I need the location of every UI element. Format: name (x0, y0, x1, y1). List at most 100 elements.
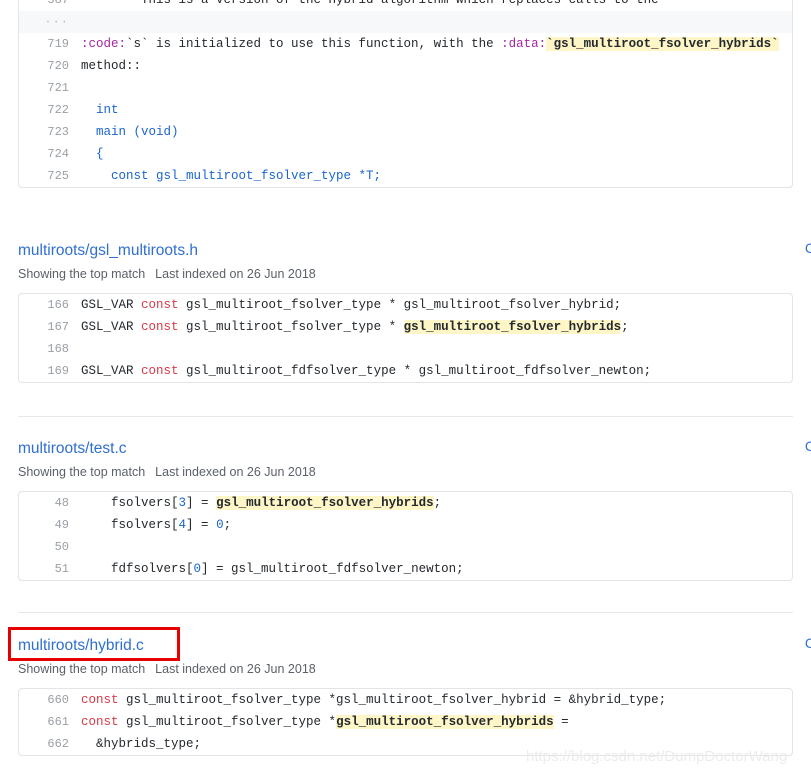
code-text: GSL_VAR const gsl_multiroot_fdfsolver_ty… (81, 360, 657, 382)
line-number: 169 (47, 364, 69, 378)
result-meta: Showing the top match Last indexed on 26 … (18, 264, 793, 284)
code-text: method:: (81, 55, 147, 77)
code-text: { (81, 143, 110, 165)
code-text: This is a version of the Hybrid algorith… (81, 0, 665, 11)
code-token: { (81, 147, 104, 161)
code-token: fdfsolvers[ (81, 562, 194, 576)
code-token: ] = (186, 496, 217, 510)
code-token: 0 (193, 562, 202, 576)
language-badge: C (804, 635, 811, 651)
code-token: :code: (81, 37, 127, 51)
line-number: 167 (47, 320, 69, 334)
watermark-text: https://blog.csdn.net/DumpDoctorWang (526, 748, 788, 765)
code-line: 50 (19, 536, 792, 558)
code-snippet-box[interactable]: 587 This is a version of the Hybrid algo… (18, 0, 793, 188)
code-snippet-box[interactable]: 660 const gsl_multiroot_fsolver_type *gsl… (18, 688, 793, 756)
result-file-link[interactable]: multiroots/gsl_multiroots.h (18, 240, 198, 262)
search-result-block: 587 This is a version of the Hybrid algo… (18, 0, 793, 188)
search-result-block: multiroots/test.c C Showing the top matc… (18, 438, 811, 581)
code-token: GSL_VAR (81, 298, 142, 312)
code-text: main (void) (81, 121, 185, 143)
code-token: GSL_VAR (81, 364, 142, 378)
line-number: 166 (47, 298, 69, 312)
code-token: const (81, 715, 119, 729)
code-line: 587 This is a version of the Hybrid algo… (19, 0, 792, 11)
code-line: 725 const gsl_multiroot_fsolver_type *T; (19, 165, 792, 187)
section-divider (18, 612, 793, 613)
code-token: int (81, 103, 119, 117)
line-number: 51 (54, 562, 69, 576)
last-indexed-label: Last indexed on 26 Jun 2018 (155, 465, 316, 479)
code-token: gsl_multiroot_fdfsolver_type * gsl_multi… (178, 364, 652, 378)
line-number: 587 (47, 0, 69, 7)
search-result-block: multiroots/hybrid.c C Showing the top ma… (18, 635, 811, 756)
line-number: 724 (47, 147, 69, 161)
code-token: ] = gsl_multiroot_fdfsolver_newton; (201, 562, 464, 576)
line-number: 662 (47, 737, 69, 751)
code-token: main (void) (81, 125, 179, 139)
code-token: &hybrids_type; (81, 737, 202, 751)
line-number: 722 (47, 103, 69, 117)
code-token: gsl_multiroot_fsolver_type * (118, 715, 337, 729)
result-file-link[interactable]: multiroots/hybrid.c (18, 635, 144, 657)
showing-top-match-label: Showing the top match (18, 465, 146, 479)
result-header: multiroots/test.c C (18, 438, 811, 460)
code-text: fdfsolvers[0] = gsl_multiroot_fdfsolver_… (81, 558, 470, 580)
code-token: const (141, 320, 179, 334)
code-snippet-box[interactable]: 166 GSL_VAR const gsl_multiroot_fsolver_t… (18, 293, 793, 383)
code-token: fsolvers[ (81, 518, 179, 532)
code-line: 723 main (void) (19, 121, 792, 143)
expand-lines-icon[interactable]: ··· (19, 11, 81, 33)
last-indexed-label: Last indexed on 26 Jun 2018 (155, 267, 316, 281)
code-line: 660 const gsl_multiroot_fsolver_type *gsl… (19, 689, 792, 711)
line-number: 660 (47, 693, 69, 707)
code-text: const gsl_multiroot_fsolver_type *gsl_mu… (81, 711, 575, 733)
code-token: GSL_VAR (81, 320, 142, 334)
code-text: GSL_VAR const gsl_multiroot_fsolver_type… (81, 316, 635, 338)
search-results-page: 587 This is a version of the Hybrid algo… (0, 0, 811, 775)
code-token: const (141, 298, 179, 312)
code-line: 48 fsolvers[3] = gsl_multiroot_fsolver_h… (19, 492, 792, 514)
line-number: 720 (47, 59, 69, 73)
code-text: const gsl_multiroot_fsolver_type *T; (81, 165, 387, 187)
code-line: 722 int (19, 99, 792, 121)
code-text: &hybrids_type; (81, 733, 207, 755)
line-number: 168 (47, 342, 69, 356)
code-token: 4 (178, 518, 187, 532)
code-line: 167 GSL_VAR const gsl_multiroot_fsolver_t… (19, 316, 792, 338)
code-token: const (81, 693, 119, 707)
code-line: 719:code:`s` is initialized to use this … (19, 33, 792, 55)
code-token: fsolvers[ (81, 496, 179, 510)
code-token: const gsl_multiroot_fsolver_type *T; (81, 169, 382, 183)
showing-top-match-label: Showing the top match (18, 662, 146, 676)
showing-top-match-label: Showing the top match (18, 267, 146, 281)
result-meta: Showing the top match Last indexed on 26 … (18, 659, 793, 679)
search-match-highlight: gsl_multiroot_fsolver_hybrids (216, 496, 434, 510)
code-token: gsl_multiroot_fsolver_type * (178, 320, 404, 334)
code-line: 720 method:: (19, 55, 792, 77)
result-header: multiroots/hybrid.c C (18, 635, 811, 657)
code-token: :data: (501, 37, 547, 51)
code-line: 166 GSL_VAR const gsl_multiroot_fsolver_t… (19, 294, 792, 316)
line-number: 48 (54, 496, 69, 510)
code-snippet-box[interactable]: 48 fsolvers[3] = gsl_multiroot_fsolver_h… (18, 491, 793, 581)
section-divider (18, 416, 793, 417)
search-match-highlight: gsl_multiroot_fsolver_hybrids (336, 715, 554, 729)
code-text: fsolvers[4] = 0; (81, 514, 237, 536)
language-badge: C (804, 240, 811, 256)
code-text: GSL_VAR const gsl_multiroot_fsolver_type… (81, 294, 627, 316)
line-number: 721 (47, 81, 69, 95)
code-token: ] = (186, 518, 217, 532)
line-number: 49 (54, 518, 69, 532)
result-meta: Showing the top match Last indexed on 26 … (18, 462, 793, 482)
result-file-link[interactable]: multiroots/test.c (18, 438, 127, 460)
code-token: `s` is initialized to use this function,… (126, 37, 502, 51)
code-text: :code:`s` is initialized to use this fun… (81, 33, 785, 55)
code-token: const (141, 364, 179, 378)
code-token: 0 (216, 518, 224, 532)
code-line: 661 const gsl_multiroot_fsolver_type *gsl… (19, 711, 792, 733)
code-token: ; (433, 496, 442, 510)
language-badge: C (804, 438, 811, 454)
result-header: multiroots/gsl_multiroots.h C (18, 240, 811, 262)
code-line-collapsed[interactable]: ··· (19, 11, 792, 33)
